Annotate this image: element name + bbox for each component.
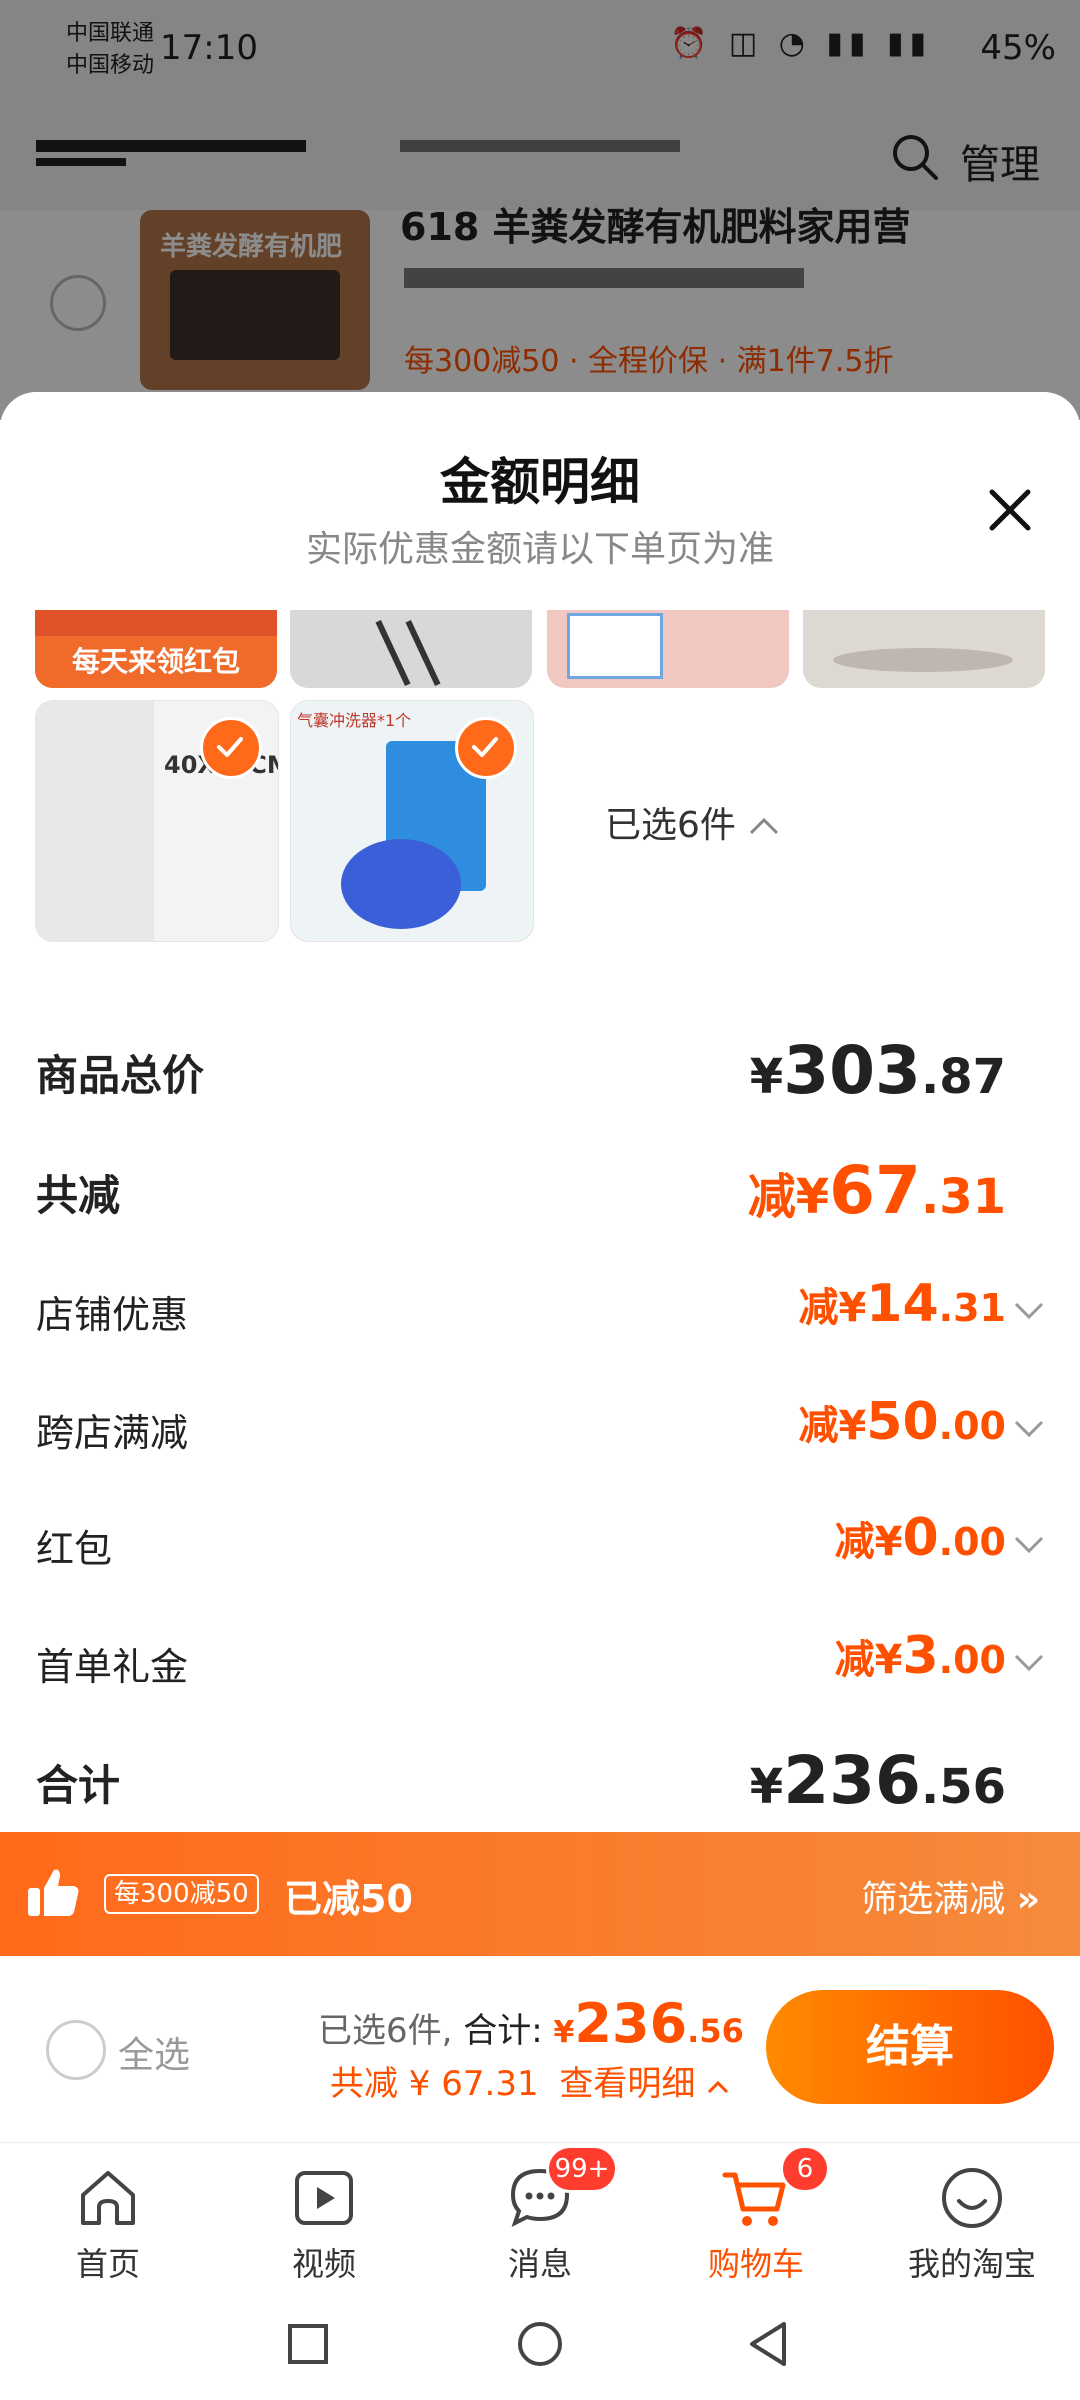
row-amount: 减¥50.00 (798, 1392, 1006, 1452)
row-label: 商品总价 (36, 1051, 205, 1100)
product-thumbnail[interactable] (803, 610, 1045, 688)
double-chevron-right-icon: » (1016, 1879, 1040, 1920)
row-amount: 减¥67.31 (747, 1152, 1006, 1229)
selected-check-icon[interactable] (455, 717, 517, 779)
selected-count-toggle[interactable]: 已选6件 (605, 796, 781, 848)
row-shop-discount[interactable]: 店铺优惠 减¥14.31 (36, 1274, 1046, 1354)
select-all-radio[interactable] (46, 2020, 106, 2080)
video-icon (295, 2171, 353, 2225)
tab-label: 购物车 (707, 2245, 804, 2283)
row-label: 店铺优惠 (36, 1293, 189, 1337)
currency-symbol: ¥ (553, 2015, 575, 2050)
close-icon[interactable] (980, 480, 1040, 540)
cart-badge: 6 (780, 2145, 830, 2193)
row-amount: 减¥0.00 (834, 1508, 1006, 1568)
view-detail-label: 查看明细 (559, 2064, 696, 2104)
sheet-title: 金额明细 (440, 453, 640, 511)
thumb-text: 气囊冲洗器*1个 (297, 711, 412, 730)
product-thumbnail[interactable]: 气囊冲洗器*1个 (290, 700, 534, 942)
home-nav-icon[interactable] (516, 2320, 564, 2368)
chevron-up-icon (708, 2080, 729, 2094)
pen-shape (375, 620, 411, 686)
tab-label: 视频 (291, 2245, 356, 2283)
row-amount: ¥303.87 (749, 1032, 1006, 1109)
bottom-tab-bar: 首页 视频 99+ 消息 6 购物车 我的淘宝 (0, 2142, 1080, 2283)
background-page: 中国联通 中国移动 17:10 ⏰ ◫ ◔ ▮▮ ▮▮ 45% 管理 羊粪发酵有… (0, 0, 1080, 430)
chevron-down-icon (1014, 1420, 1044, 1438)
row-first-order-gift[interactable]: 首单礼金 减¥3.00 (36, 1626, 1046, 1706)
tab-cart[interactable]: 6 购物车 (666, 2145, 846, 2283)
selected-count-label: 已选6件 (605, 805, 736, 846)
tab-messages[interactable]: 99+ 消息 (450, 2145, 630, 2283)
row-label: 红包 (36, 1527, 113, 1571)
row-amount: 减¥3.00 (834, 1626, 1006, 1686)
row-cross-store-discount[interactable]: 跨店满减 减¥50.00 (36, 1392, 1046, 1472)
organizer-shape (567, 613, 663, 679)
filter-promo-link[interactable]: 筛选满减 » (861, 1870, 1040, 1922)
chevron-down-icon (1014, 1536, 1044, 1554)
promo-tag: 每300减50 (104, 1874, 259, 1914)
promo-done-label: 已减50 (284, 1877, 413, 1921)
chevron-up-icon (750, 817, 779, 835)
row-label: 合计 (36, 1761, 121, 1810)
row-goods-total: 商品总价 ¥303.87 (36, 1032, 1046, 1112)
row-label: 跨店满减 (36, 1411, 189, 1455)
chair-base-shape (833, 648, 1013, 672)
thumbnail-row: 每天来领红包 (0, 610, 1080, 688)
select-all-label[interactable]: 全选 (118, 2026, 190, 2078)
pen-shape (405, 620, 441, 686)
tab-profile[interactable]: 我的淘宝 (882, 2153, 1062, 2283)
chevron-down-icon (1014, 1654, 1044, 1672)
back-icon[interactable] (746, 2320, 790, 2368)
tab-video[interactable]: 视频 (234, 2153, 414, 2283)
checkout-button[interactable]: 结算 (766, 1990, 1054, 2104)
filter-promo-label: 筛选满减 (861, 1879, 1006, 1920)
product-thumbnail[interactable]: 40X60CM (35, 700, 279, 942)
bulb-shape (341, 839, 461, 929)
promo-bar[interactable]: 每300减50 已减50 筛选满减 » (0, 1832, 1080, 1956)
sheet-subtitle: 实际优惠金额请以下单页为准 (305, 529, 774, 570)
system-nav-bar (0, 2282, 1080, 2400)
discount-summary: 共减 ¥ 67.31 (330, 2064, 539, 2104)
profile-icon (942, 2168, 1002, 2228)
product-thumbnail[interactable]: 每天来领红包 (35, 610, 277, 688)
total-label: 合计: (463, 2011, 543, 2051)
message-badge: 99+ (546, 2145, 618, 2193)
checkout-bar: 全选 已选6件, 合计: ¥236.56 共减 ¥ 67.31 查看明细 结算 (0, 1956, 1080, 2142)
row-total-discount: 共减 减¥67.31 (36, 1152, 1046, 1232)
thumbs-up-icon (28, 1869, 79, 1916)
product-thumbnail[interactable] (290, 610, 532, 688)
selected-check-icon[interactable] (200, 717, 262, 779)
thumbnail-row: 40X60CM 气囊冲洗器*1个 (0, 700, 1080, 950)
row-amount: ¥236.56 (749, 1742, 1006, 1819)
home-icon (81, 2171, 135, 2225)
thumb-ribbon: 每天来领红包 (35, 636, 277, 688)
total-int: 236 (574, 1992, 688, 2055)
tab-home[interactable]: 首页 (18, 2153, 198, 2283)
tab-label: 首页 (75, 2245, 140, 2283)
row-amount: 减¥14.31 (798, 1274, 1006, 1334)
board-shape (36, 701, 154, 941)
chevron-down-icon (1014, 1302, 1044, 1320)
tab-label: 消息 (507, 2245, 572, 2283)
row-label: 首单礼金 (36, 1645, 189, 1689)
summary-total-line: 已选6件, 合计: ¥236.56 (318, 1992, 744, 2055)
recents-icon[interactable] (286, 2322, 330, 2366)
row-red-packet[interactable]: 红包 减¥0.00 (36, 1508, 1046, 1588)
view-detail-link[interactable]: 共减 ¥ 67.31 查看明细 (330, 2056, 730, 2105)
row-grand-total: 合计 ¥236.56 (36, 1742, 1046, 1822)
dim-overlay[interactable] (0, 0, 1080, 420)
product-thumbnail[interactable] (547, 610, 789, 688)
selected-count: 已选6件, (318, 2011, 453, 2051)
total-dec: .56 (687, 2012, 744, 2050)
tab-label: 我的淘宝 (907, 2245, 1036, 2283)
row-label: 共减 (36, 1171, 121, 1220)
